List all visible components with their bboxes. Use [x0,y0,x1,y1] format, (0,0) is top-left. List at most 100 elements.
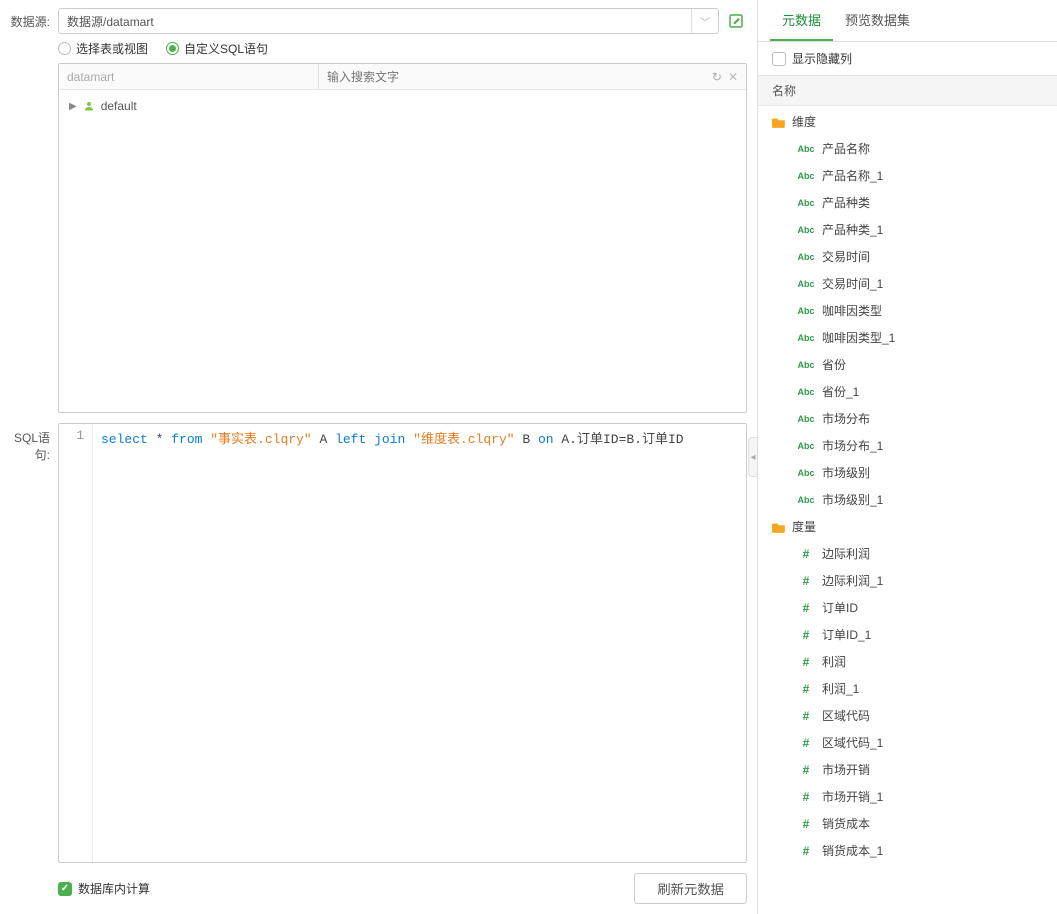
sql-kw: left [335,432,366,447]
field-item[interactable]: # 订单ID_1 [758,621,1057,648]
sql-kw: join [374,432,405,447]
show-hidden-label: 显示隐藏列 [792,50,852,67]
type-abc-icon: Abc [796,279,816,289]
field-label: 区域代码_1 [822,734,883,751]
field-label: 市场开销 [822,761,870,778]
radio-custom-sql[interactable]: 自定义SQL语句 [166,40,268,57]
field-item[interactable]: #边际利润_1 [758,567,1057,594]
field-item[interactable]: #销货成本 [758,810,1057,837]
folder-dimension[interactable]: 维度 [758,108,1057,135]
field-label: 订单ID_1 [822,626,871,643]
folder-icon [772,116,786,128]
chevron-down-icon: ﹀ [691,9,710,33]
field-item[interactable]: #市场开销_1 [758,783,1057,810]
radio-select-table[interactable]: 选择表或视图 [58,40,148,57]
field-item[interactable]: #利润 [758,648,1057,675]
table-search-input[interactable] [327,70,704,84]
field-item[interactable]: #销货成本_1 [758,837,1057,864]
field-item[interactable]: Abc省份_1 [758,378,1057,405]
datasource-select[interactable]: 数据源/datamart ﹀ [58,8,719,34]
field-label: 交易时间_1 [822,275,883,292]
sql-text: * [148,432,171,447]
field-label: 边际利润_1 [822,572,883,589]
field-item[interactable]: Abc产品名称_1 [758,162,1057,189]
type-number-icon: # [796,790,816,804]
sql-label: SQL语句: [0,423,58,863]
field-item[interactable]: Abc交易时间 [758,243,1057,270]
type-number-icon: # [796,601,816,615]
show-hidden-checkbox[interactable]: ✓ 显示隐藏列 [758,42,1057,75]
field-item[interactable]: #市场开销 [758,756,1057,783]
left-panel: 数据源: 数据源/datamart ﹀ 选择表或视图 自定义SQL语句 表: [0,0,757,914]
folder-label: 维度 [792,113,816,130]
sql-text: A.订单ID=B.订单ID [554,432,684,447]
sql-text: A [312,432,335,447]
field-item[interactable]: Abc市场级别_1 [758,486,1057,513]
datasource-row: 数据源: 数据源/datamart ﹀ [0,8,757,34]
tree-node-default[interactable]: ▶ default [69,96,736,116]
sql-editor[interactable]: 1 select * from "事实表.clqry" A left join … [59,424,746,862]
table-tree: ▶ default [59,90,746,412]
tree-node-label: default [101,99,137,113]
field-item[interactable]: # 订单ID [758,594,1057,621]
db-calc-label: 数据库内计算 [78,880,150,897]
sql-row: SQL语句: 1 select * from "事实表.clqry" A lef… [0,423,757,863]
field-item[interactable]: Abc产品种类 [758,189,1057,216]
refresh-icon[interactable]: ↻ [712,70,722,84]
field-item[interactable]: Abc产品名称 [758,135,1057,162]
tab-preview[interactable]: 预览数据集 [833,0,922,41]
metadata-tree[interactable]: 维度Abc产品名称Abc产品名称_1Abc产品种类Abc产品种类_1Abc交易时… [758,106,1057,914]
field-label: 订单ID [822,599,858,616]
field-label: 产品名称 [822,140,870,157]
tab-metadata[interactable]: 元数据 [770,0,833,41]
type-abc-icon: Abc [796,171,816,181]
field-item[interactable]: Abc 市场级别 [758,459,1057,486]
schema-name[interactable]: datamart [59,64,319,89]
sql-text [405,432,413,447]
type-abc-icon: Abc [796,468,816,478]
radio-label: 选择表或视图 [76,40,148,57]
field-label: 边际利润 [822,545,870,562]
field-item[interactable]: Abc市场分布_1 [758,432,1057,459]
field-item[interactable]: #区域代码 [758,702,1057,729]
field-item[interactable]: Abc 咖啡因类型 [758,297,1057,324]
table-search[interactable] [319,64,712,89]
datasource-label: 数据源: [0,13,58,30]
type-abc-icon: Abc [796,360,816,370]
sql-gutter: 1 [59,424,93,862]
sql-kw: select [101,432,148,447]
db-calc-checkbox[interactable]: ✓ 数据库内计算 [58,880,150,897]
sql-str: "事实表.clqry" [210,432,311,447]
field-item[interactable]: Abc咖啡因类型_1 [758,324,1057,351]
type-number-icon: # [796,628,816,642]
panel-collapse-handle[interactable]: ◂ [748,437,758,477]
table-browser: datamart ↻ ✕ ▶ default [58,63,747,413]
field-label: 咖啡因类型 [822,302,882,319]
sql-kw: from [171,432,202,447]
sql-kw: on [538,432,554,447]
field-item[interactable]: Abc市场分布 [758,405,1057,432]
field-item[interactable]: Abc产品种类_1 [758,216,1057,243]
field-item[interactable]: #利润_1 [758,675,1057,702]
type-abc-icon: Abc [796,306,816,316]
right-tabs: 元数据 预览数据集 [758,0,1057,42]
field-item[interactable]: # 区域代码_1 [758,729,1057,756]
field-label: 利润 [822,653,846,670]
field-item[interactable]: Abc省份 [758,351,1057,378]
refresh-metadata-button[interactable]: 刷新元数据 [634,873,747,904]
edit-datasource-icon[interactable] [725,10,747,32]
type-abc-icon: Abc [796,414,816,424]
field-item[interactable]: #边际利润 [758,540,1057,567]
folder-measure[interactable]: 度量 [758,513,1057,540]
type-number-icon: # [796,817,816,831]
type-number-icon: # [796,736,816,750]
type-number-icon: # [796,682,816,696]
field-item[interactable]: Abc 交易时间_1 [758,270,1057,297]
field-label: 市场分布_1 [822,437,883,454]
clear-icon[interactable]: ✕ [728,70,738,84]
sql-code[interactable]: select * from "事实表.clqry" A left join "维… [93,424,746,862]
sql-editor-container: 1 select * from "事实表.clqry" A left join … [58,423,747,863]
schema-user-icon [83,100,95,112]
folder-icon [772,521,786,533]
field-label: 市场级别 [822,464,870,481]
